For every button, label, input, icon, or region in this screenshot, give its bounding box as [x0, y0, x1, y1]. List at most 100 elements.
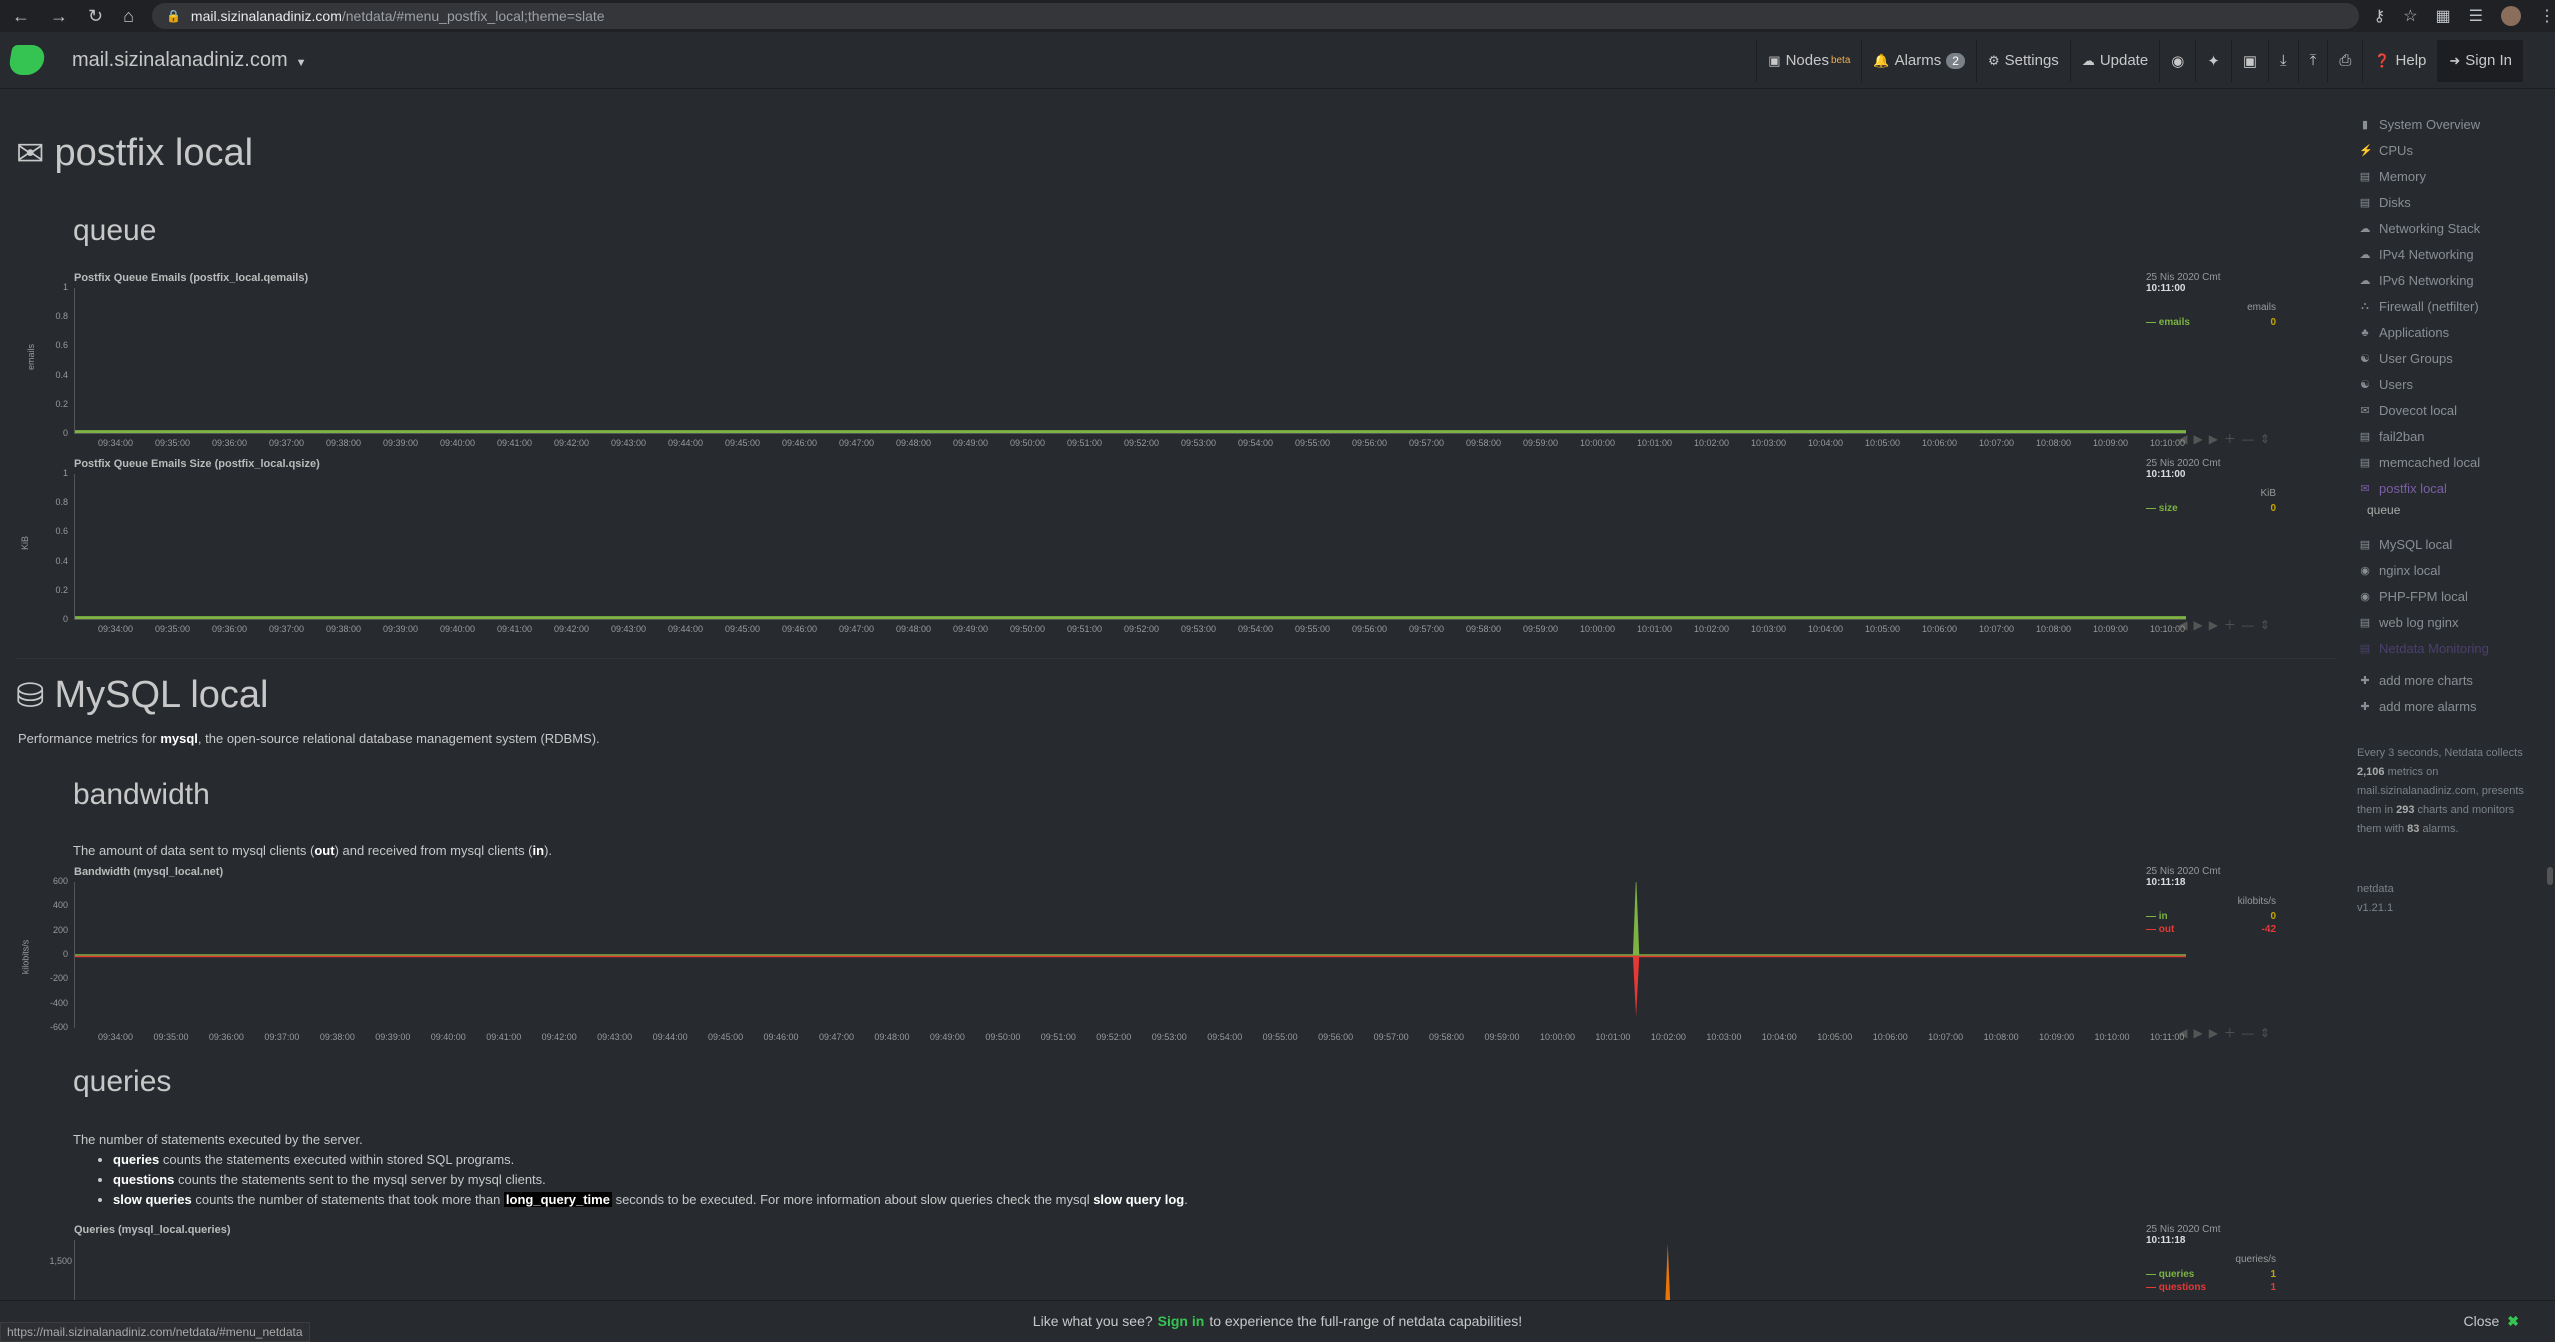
chart-svg	[1665, 1244, 1671, 1300]
x-tick: 09:46:00	[782, 624, 818, 634]
netdata-logo[interactable]	[7, 45, 47, 75]
legend-value: 1	[2270, 1282, 2276, 1293]
x-tick: 10:00:00	[1580, 438, 1616, 448]
nodes-button[interactable]: ▣ Nodes beta	[1756, 39, 1861, 82]
x-tick: 09:53:00	[1181, 438, 1217, 448]
sidebar-item-firewall-netfilter-[interactable]: ⛬ Firewall (netfilter)	[2359, 299, 2479, 314]
key-icon[interactable]: ⚷	[2373, 6, 2385, 26]
download-button[interactable]: ⤓	[2268, 39, 2298, 82]
sidebar-item-networking-stack[interactable]: ☁ Networking Stack	[2359, 221, 2481, 236]
address-bar[interactable]: 🔒 mail.sizinalanadiniz.com /netdata/#men…	[151, 3, 2360, 29]
x-tick: 09:43:00	[611, 438, 647, 448]
home-icon[interactable]: ⌂	[123, 6, 134, 27]
browser-menu-icon[interactable]: ⋮	[2539, 6, 2555, 26]
sidebar-item-web-log-nginx[interactable]: ▤ web log nginx	[2359, 615, 2459, 630]
plot-area[interactable]	[74, 873, 2186, 1028]
twitter-button[interactable]: ✦	[2195, 39, 2231, 82]
scrollbar-thumb[interactable]	[2547, 867, 2553, 885]
database-icon: ▤	[2359, 539, 2371, 551]
chart-mysql-queries[interactable]: Queries (mysql_local.queries) 1,500 25 N…	[16, 1224, 2316, 1300]
chart-controls[interactable]: ◀▶▶＋—⇕	[2178, 616, 2276, 633]
print-button[interactable]: ⎙	[2327, 39, 2362, 82]
sidebar-item-cpus[interactable]: ⚡ CPUs	[2359, 143, 2413, 158]
chart-postfix-qsize[interactable]: Postfix Queue Emails Size (postfix_local…	[16, 458, 2316, 638]
y-tick: -200	[49, 973, 68, 984]
monitor-icon: ▣	[1768, 52, 1781, 68]
sidebar-item-ipv6-networking[interactable]: ☁ IPv6 Networking	[2359, 273, 2474, 288]
legend-row-out[interactable]: — out -42	[2146, 924, 2276, 935]
x-tick: 09:39:00	[383, 624, 419, 634]
sidebar-item-postfix-local[interactable]: ✉ postfix local	[2359, 481, 2447, 496]
x-tick: 09:37:00	[269, 438, 305, 448]
facebook-button[interactable]: ▣	[2230, 39, 2268, 82]
sidebar-item-ipv4-networking[interactable]: ☁ IPv4 Networking	[2359, 247, 2474, 262]
github-button[interactable]: ◉	[2159, 39, 2195, 82]
sidebar-item-label: memcached local	[2379, 455, 2481, 470]
sidebar-subitem-queue[interactable]: queue	[2367, 503, 2400, 517]
help-button[interactable]: ❓ Help	[2362, 39, 2437, 82]
x-tick: 09:46:00	[763, 1032, 799, 1042]
legend-row-emails[interactable]: — emails 0	[2146, 317, 2276, 328]
sidebar-item-mysql-local[interactable]: ▤ MySQL local	[2359, 537, 2452, 552]
sidebar-item-dovecot-local[interactable]: ✉ Dovecot local	[2359, 403, 2457, 418]
add-alarms-link[interactable]: ✚ add more alarms	[2359, 699, 2476, 714]
sidebar-item-disks[interactable]: ▤ Disks	[2359, 195, 2411, 210]
sidebar-item-netdata-monitoring[interactable]: ▤ Netdata Monitoring	[2359, 641, 2489, 656]
x-tick: 10:10:00	[2094, 1032, 2130, 1042]
legend-row-in[interactable]: — in 0	[2146, 911, 2276, 922]
y-tick: 0	[62, 949, 68, 959]
legend-date: 25 Nis 2020 Cmt	[2146, 866, 2221, 877]
plot-area[interactable]	[74, 474, 2186, 620]
legend-row-queries[interactable]: — queries 1	[2146, 1269, 2276, 1280]
extension-icon[interactable]: ▦	[2436, 6, 2451, 26]
profile-avatar[interactable]	[2501, 6, 2521, 26]
sidebar-item-applications[interactable]: ♣ Applications	[2359, 325, 2449, 340]
star-icon[interactable]: ☆	[2403, 6, 2417, 26]
sidebar-item-php-fpm-local[interactable]: ◉ PHP-FPM local	[2359, 589, 2468, 604]
back-icon[interactable]: ←	[12, 6, 30, 27]
x-tick: 10:06:00	[1922, 624, 1958, 634]
sidebar-item-user-groups[interactable]: ☯ User Groups	[2359, 351, 2453, 366]
beta-label: beta	[1830, 55, 1851, 66]
upload-button[interactable]: ⤒	[2297, 39, 2328, 82]
banner-signin-link[interactable]: Sign in	[1158, 1313, 1205, 1329]
users-icon: ☯	[2360, 353, 2370, 365]
gear-icon: ⚙	[1987, 52, 2000, 68]
sidebar-item-nginx-local[interactable]: ◉ nginx local	[2359, 563, 2440, 578]
x-tick: 09:37:00	[269, 624, 305, 634]
sidebar-item-fail2ban[interactable]: ▤ fail2ban	[2359, 429, 2425, 444]
sidebar-item-label: Networking Stack	[2379, 221, 2481, 236]
slow-queries-bullet: slow queries counts the number of statem…	[113, 1190, 1188, 1210]
chart-mysql-net[interactable]: Bandwidth (mysql_local.net) kilobits/s 2…	[16, 866, 2316, 1056]
reload-icon[interactable]: ↻	[88, 6, 103, 27]
sidebar-item-users[interactable]: ☯ Users	[2359, 377, 2413, 392]
alarms-button[interactable]: 🔔 Alarms 2	[1861, 39, 1976, 82]
x-tick: 10:04:00	[1808, 438, 1844, 448]
chart-controls[interactable]: ◀▶▶＋—⇕	[2178, 1024, 2276, 1041]
envelope-icon: ✉	[2360, 405, 2370, 417]
plot-area[interactable]	[74, 1240, 2186, 1300]
series-queries-spike	[1665, 1244, 1671, 1300]
forward-icon[interactable]: →	[50, 6, 68, 27]
banner-close-button[interactable]: Close ✖	[2463, 1313, 2519, 1330]
x-tick: 09:38:00	[319, 1032, 355, 1042]
chart-controls[interactable]: ◀▶▶＋—⇕	[2178, 430, 2276, 447]
sidebar-item-memory[interactable]: ▤ Memory	[2359, 169, 2426, 184]
add-charts-link[interactable]: ✚ add more charts	[2359, 673, 2473, 688]
legend-row-size[interactable]: — size 0	[2146, 503, 2276, 514]
x-tick: 09:37:00	[264, 1032, 300, 1042]
chart-postfix-qemails[interactable]: Postfix Queue Emails (postfix_local.qema…	[16, 272, 2316, 452]
y-tick: 400	[52, 900, 68, 911]
plot-area[interactable]	[74, 288, 2186, 434]
host-dropdown[interactable]: mail.sizinalanadiniz.com ▼	[72, 49, 307, 72]
facebook-icon: ▣	[2242, 52, 2258, 70]
signin-button[interactable]: ➜ Sign In	[2437, 39, 2523, 82]
update-button[interactable]: ☁ Update	[2069, 39, 2159, 82]
sidebar-item-memcached-local[interactable]: ▤ memcached local	[2359, 455, 2480, 470]
settings-button[interactable]: ⚙ Settings	[1975, 39, 2070, 82]
envelope-icon: ✉	[16, 134, 45, 173]
media-icon[interactable]: ☰	[2469, 6, 2483, 26]
sidebar-item-system-overview[interactable]: ▮ System Overview	[2359, 117, 2480, 132]
sidebar-version: netdata v1.21.1	[2357, 883, 2394, 914]
legend-row-questions[interactable]: — questions 1	[2146, 1282, 2276, 1293]
